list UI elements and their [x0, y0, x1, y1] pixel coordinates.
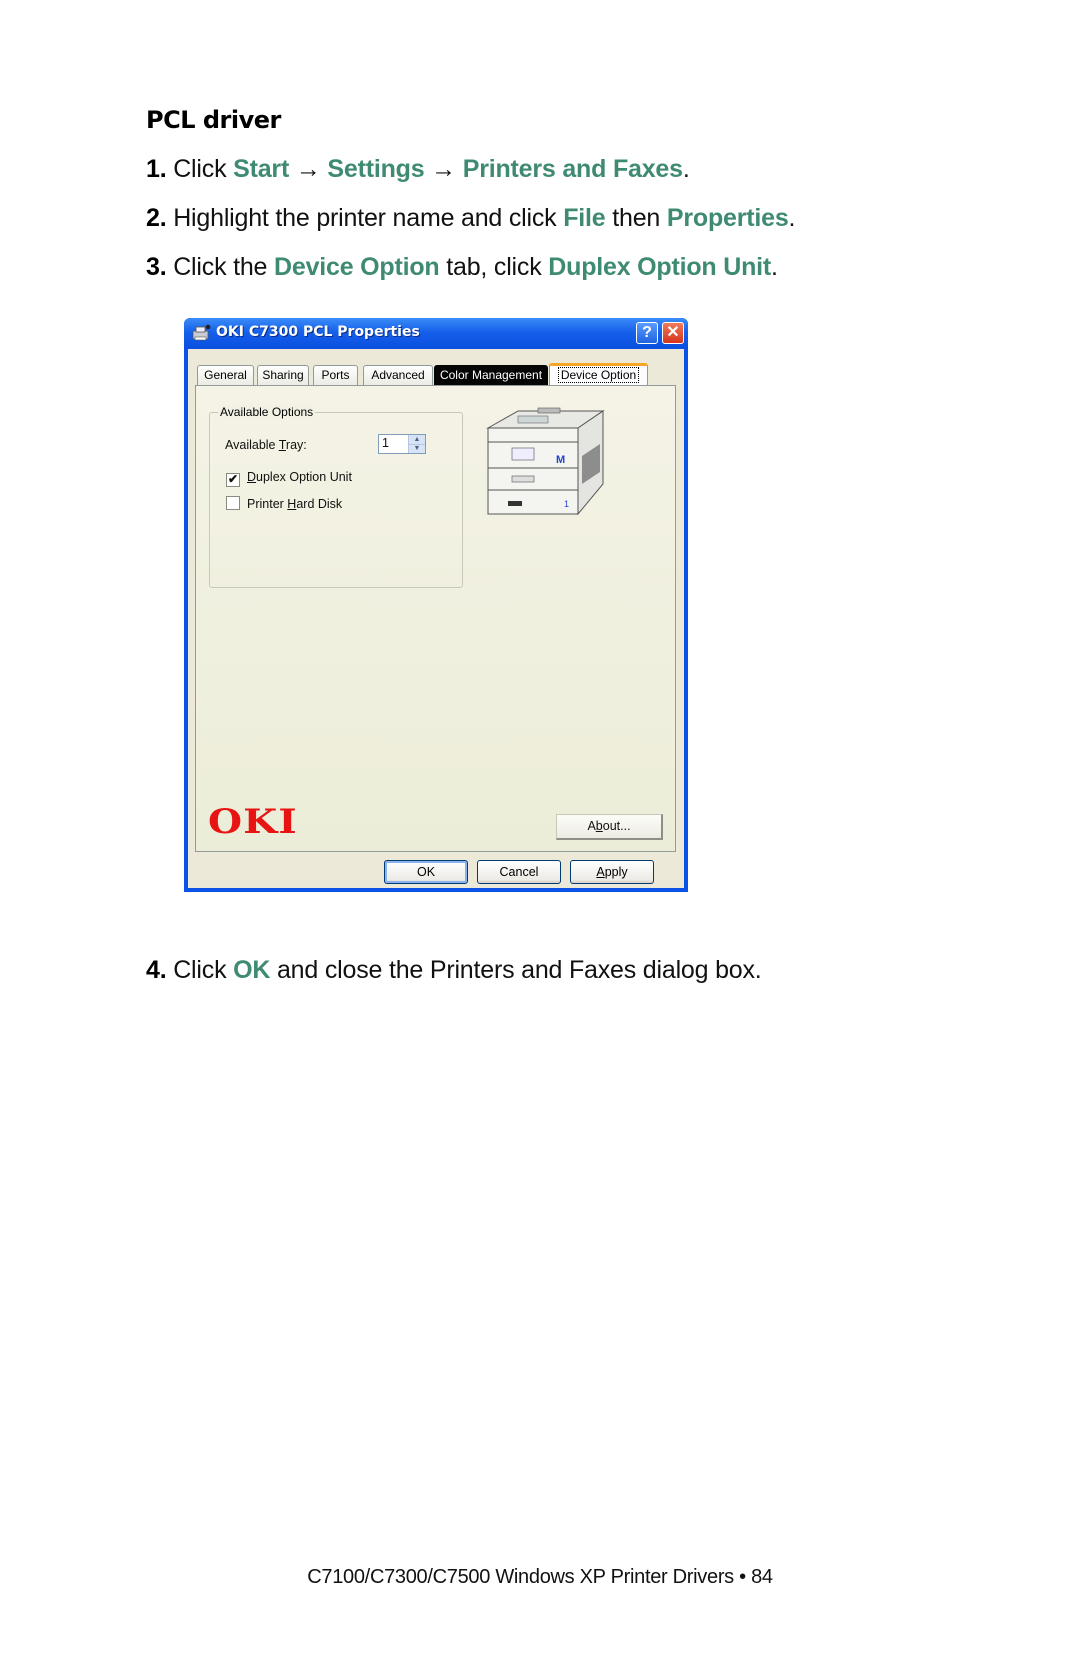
- printer-color-mark: M: [556, 454, 565, 466]
- tab-device-option[interactable]: Device Option: [549, 363, 648, 387]
- tab-device-option-label: Device Option: [557, 367, 640, 383]
- step-number: 3.: [146, 253, 167, 281]
- section-heading: PCL driver: [146, 106, 281, 134]
- available-tray-spinner[interactable]: 1 ▲ ▼: [378, 434, 426, 454]
- tab-ports[interactable]: Ports: [313, 365, 358, 385]
- step-text: .: [682, 155, 690, 183]
- ui-ref-settings: Settings: [327, 155, 425, 183]
- step-text: Click the: [173, 253, 275, 281]
- about-button[interactable]: About...: [556, 814, 663, 840]
- help-button[interactable]: ?: [636, 322, 658, 344]
- printer-hard-disk-checkbox[interactable]: Printer Hard Disk: [226, 496, 342, 511]
- tab-color-management[interactable]: Color Management: [434, 365, 548, 385]
- device-option-panel: Available Options Available Tray: 1 ▲ ▼ …: [195, 385, 676, 852]
- step-1: 1. Click Start → Settings → Printers and…: [146, 155, 690, 184]
- ui-ref-device-option: Device Option: [274, 253, 440, 281]
- duplex-option-unit-checkbox[interactable]: ✔ Duplex Option Unit: [226, 470, 352, 487]
- spin-down-icon[interactable]: ▼: [409, 444, 425, 453]
- printer-properties-dialog: OKI C7300 PCL Properties ? ✕ General Sha…: [184, 318, 688, 892]
- step-text: tab, click: [439, 253, 549, 281]
- step-number: 1.: [146, 155, 167, 183]
- printer-icon: [192, 324, 211, 341]
- step-text: .: [788, 204, 796, 232]
- tab-advanced[interactable]: Advanced: [363, 365, 433, 385]
- checkbox-unchecked-icon[interactable]: [226, 496, 240, 510]
- close-button[interactable]: ✕: [662, 322, 684, 344]
- cancel-button[interactable]: Cancel: [477, 860, 561, 884]
- dialog-client-area: General Sharing Ports Advanced Color Man…: [188, 349, 684, 888]
- apply-button[interactable]: Apply: [570, 860, 654, 884]
- available-tray-value[interactable]: 1: [382, 436, 389, 450]
- checkbox-label: ard Disk: [296, 497, 343, 511]
- step-3: 3. Click the Device Option tab, click Du…: [146, 253, 778, 282]
- ui-ref-file: File: [563, 204, 606, 232]
- checkbox-checked-icon[interactable]: ✔: [226, 473, 240, 487]
- ui-ref-start: Start: [233, 155, 290, 183]
- arrow-separator: →: [289, 155, 328, 183]
- tab-sharing[interactable]: Sharing: [257, 365, 309, 385]
- step-text: Click: [173, 155, 234, 183]
- ok-button[interactable]: OK: [384, 860, 468, 884]
- spinner-buttons: ▲ ▼: [408, 435, 425, 453]
- step-2: 2. Highlight the printer name and click …: [146, 204, 795, 233]
- dialog-titlebar: OKI C7300 PCL Properties ? ✕: [184, 318, 688, 349]
- available-options-group: Available Options Available Tray: 1 ▲ ▼ …: [209, 405, 463, 588]
- tab-general[interactable]: General: [197, 365, 254, 385]
- step-4: 4. Click OK and close the Printers and F…: [146, 956, 762, 985]
- oki-logo: OKI: [208, 802, 298, 842]
- dialog-title: OKI C7300 PCL Properties: [216, 324, 420, 340]
- ui-ref-ok: OK: [233, 956, 271, 984]
- ui-ref-printers-and-faxes: Printers and Faxes: [462, 155, 683, 183]
- step-text: .: [771, 253, 778, 281]
- printer-illustration: M 1: [486, 407, 605, 516]
- step-number: 2.: [146, 204, 167, 232]
- step-text: and close the Printers and Faxes dialog …: [270, 956, 762, 984]
- page-footer: C7100/C7300/C7500 Windows XP Printer Dri…: [307, 1566, 773, 1588]
- group-label: Available Options: [218, 405, 316, 419]
- available-tray-label: Available Tray:: [225, 438, 307, 452]
- step-number: 4.: [146, 956, 167, 984]
- ui-ref-properties: Properties: [666, 204, 789, 232]
- checkbox-label: uplex Option Unit: [256, 470, 352, 484]
- ui-ref-duplex-option-unit: Duplex Option Unit: [548, 253, 772, 281]
- printer-tray-mark: 1: [564, 499, 569, 509]
- arrow-separator: →: [424, 155, 463, 183]
- step-text: Click: [173, 956, 234, 984]
- step-text: Highlight the printer name and click: [173, 204, 564, 232]
- step-text: then: [605, 204, 667, 232]
